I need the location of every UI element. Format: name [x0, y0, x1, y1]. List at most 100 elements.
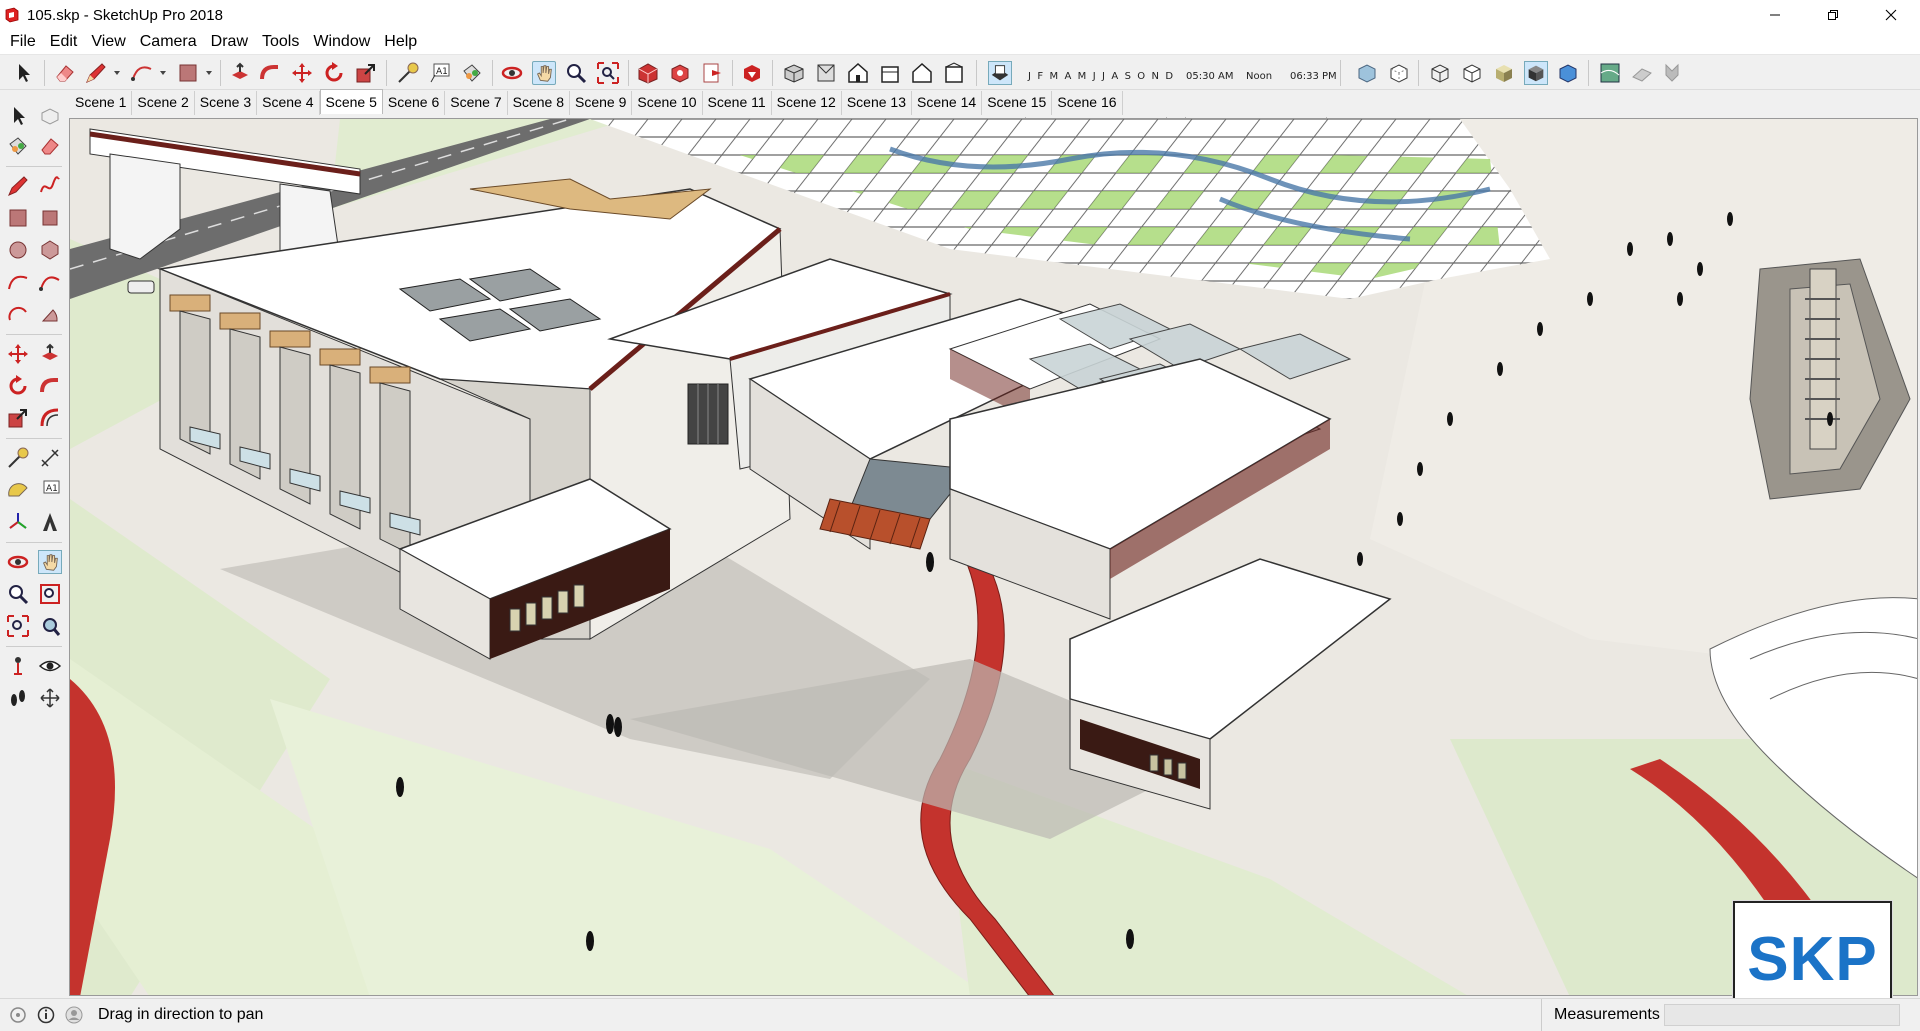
pan-hand-icon[interactable]	[38, 550, 62, 574]
model-viewport[interactable]	[69, 118, 1918, 996]
make-component-icon[interactable]	[38, 104, 62, 128]
xray-style-icon[interactable]	[1355, 61, 1379, 85]
arc-tool-icon[interactable]	[6, 270, 30, 294]
polygon-tool-icon[interactable]	[38, 238, 62, 262]
minimize-button[interactable]	[1746, 0, 1804, 30]
shadows-toggle-icon[interactable]	[988, 61, 1012, 85]
three-point-arc-icon[interactable]	[6, 302, 30, 326]
follow-me-icon[interactable]	[258, 61, 282, 85]
tab-scene-14[interactable]: Scene 14	[912, 91, 983, 115]
wireframe-style-icon[interactable]	[1428, 61, 1452, 85]
two-point-arc-icon[interactable]	[38, 270, 62, 294]
move-icon[interactable]	[290, 61, 314, 85]
menu-camera[interactable]: Camera	[133, 30, 204, 54]
pan-hand-icon[interactable]	[532, 61, 556, 85]
protractor-icon[interactable]	[6, 478, 30, 502]
menu-file[interactable]: File	[3, 30, 43, 54]
monochrome-style-icon[interactable]	[1556, 61, 1580, 85]
layout-send-icon[interactable]	[700, 61, 724, 85]
menu-help[interactable]: Help	[377, 30, 424, 54]
tab-scene-3[interactable]: Scene 3	[195, 91, 258, 115]
extension-manager-icon[interactable]	[740, 61, 764, 85]
tab-scene-7[interactable]: Scene 7	[445, 91, 508, 115]
menu-window[interactable]: Window	[306, 30, 377, 54]
measurements-input[interactable]	[1664, 1004, 1900, 1026]
shaded-style-icon[interactable]	[1492, 61, 1516, 85]
close-button[interactable]	[1862, 0, 1920, 30]
line-tool-icon[interactable]	[6, 174, 30, 198]
tab-scene-6[interactable]: Scene 6	[383, 91, 446, 115]
back-view-icon[interactable]	[910, 61, 934, 85]
restore-button[interactable]	[1804, 0, 1862, 30]
push-pull-icon[interactable]	[228, 61, 252, 85]
right-view-icon[interactable]	[878, 61, 902, 85]
freehand-tool-icon[interactable]	[38, 174, 62, 198]
select-arrow-icon[interactable]	[6, 104, 30, 128]
iso-view-icon[interactable]	[782, 61, 806, 85]
zoom-extents-icon[interactable]	[596, 61, 620, 85]
select-arrow-icon[interactable]	[12, 61, 36, 85]
credits-info-icon[interactable]	[36, 1005, 56, 1025]
previous-view-icon[interactable]	[38, 614, 62, 638]
menu-view[interactable]: View	[84, 30, 132, 54]
3d-text-icon[interactable]	[38, 510, 62, 534]
follow-me-icon[interactable]	[38, 374, 62, 398]
zoom-window-icon[interactable]	[38, 582, 62, 606]
dimension-icon[interactable]	[38, 446, 62, 470]
tab-scene-11[interactable]: Scene 11	[703, 91, 772, 115]
toggle-terrain-icon[interactable]	[1630, 61, 1654, 85]
add-location-icon[interactable]	[1598, 61, 1622, 85]
move-icon[interactable]	[6, 342, 30, 366]
tab-scene-2[interactable]: Scene 2	[132, 91, 195, 115]
text-tool-icon[interactable]: A1	[38, 478, 62, 502]
eraser-icon[interactable]	[38, 134, 62, 158]
geo-location-icon[interactable]	[8, 1005, 28, 1025]
arc-tool-icon[interactable]	[130, 61, 154, 85]
paint-bucket-icon[interactable]	[6, 134, 30, 158]
menu-tools[interactable]: Tools	[255, 30, 306, 54]
photo-textures-icon[interactable]	[1660, 61, 1684, 85]
zoom-icon[interactable]	[6, 582, 30, 606]
3d-warehouse-icon[interactable]	[636, 61, 660, 85]
menu-draw[interactable]: Draw	[204, 30, 255, 54]
rectangle-tool-icon[interactable]	[6, 206, 30, 230]
tab-scene-13[interactable]: Scene 13	[842, 91, 913, 115]
look-around-icon[interactable]	[38, 654, 62, 678]
offset-icon[interactable]	[38, 406, 62, 430]
section-plane-icon[interactable]	[38, 686, 62, 710]
rotate-icon[interactable]	[322, 61, 346, 85]
eraser-icon[interactable]	[53, 61, 77, 85]
scale-icon[interactable]	[354, 61, 378, 85]
tab-scene-15[interactable]: Scene 15	[982, 91, 1053, 115]
circle-tool-icon[interactable]	[6, 238, 30, 262]
tab-scene-10[interactable]: Scene 10	[632, 91, 703, 115]
user-account-icon[interactable]	[64, 1005, 84, 1025]
pencil-line-icon[interactable]	[84, 61, 108, 85]
tab-scene-9[interactable]: Scene 9	[570, 91, 633, 115]
front-view-icon[interactable]	[846, 61, 870, 85]
back-edges-icon[interactable]	[1387, 61, 1411, 85]
walk-icon[interactable]	[6, 686, 30, 710]
axes-tool-icon[interactable]	[6, 510, 30, 534]
tab-scene-8[interactable]: Scene 8	[508, 91, 570, 115]
rotated-rectangle-icon[interactable]	[38, 206, 62, 230]
tape-measure-icon[interactable]	[396, 61, 420, 85]
tab-scene-16[interactable]: Scene 16	[1052, 91, 1123, 115]
tab-scene-5[interactable]: Scene 5	[319, 89, 383, 114]
zoom-extents-icon[interactable]	[6, 614, 30, 638]
tab-scene-12[interactable]: Scene 12	[772, 91, 842, 115]
shaded-textures-style-icon[interactable]	[1524, 61, 1548, 85]
tab-scene-1[interactable]: Scene 1	[70, 91, 133, 115]
left-view-icon[interactable]	[942, 61, 966, 85]
rotate-icon[interactable]	[6, 374, 30, 398]
text-tool-icon[interactable]: A1	[428, 61, 452, 85]
menu-edit[interactable]: Edit	[43, 30, 85, 54]
position-camera-icon[interactable]	[6, 654, 30, 678]
tape-measure-icon[interactable]	[6, 446, 30, 470]
pie-tool-icon[interactable]	[38, 302, 62, 326]
orbit-icon[interactable]	[500, 61, 524, 85]
zoom-icon[interactable]	[564, 61, 588, 85]
paint-bucket-icon[interactable]	[460, 61, 484, 85]
orbit-icon[interactable]	[6, 550, 30, 574]
push-pull-icon[interactable]	[38, 342, 62, 366]
